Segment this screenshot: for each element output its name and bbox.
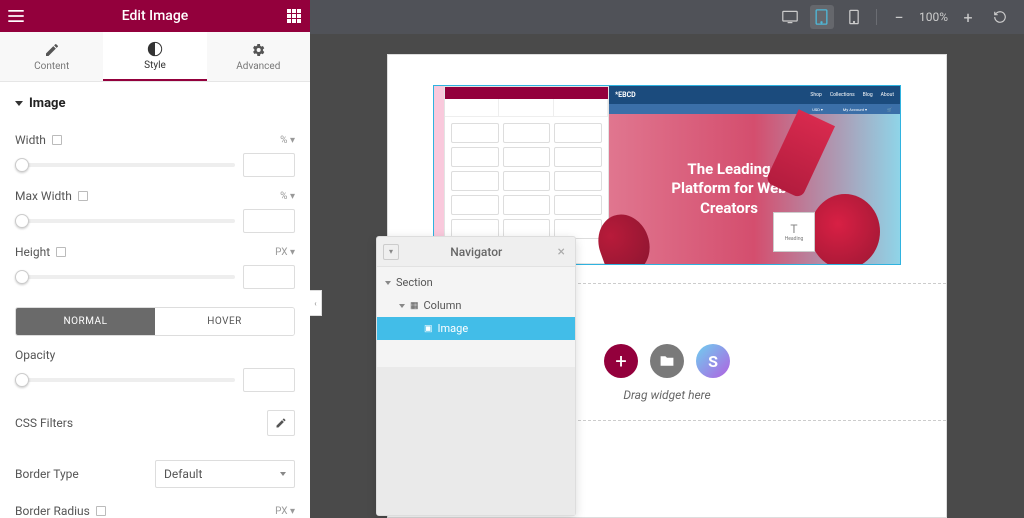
editor-sidebar: Edit Image Content Style Advanced Imag <box>0 0 310 518</box>
unit-select-borderradius[interactable]: PX ▾ <box>275 506 295 517</box>
height-slider[interactable] <box>15 275 235 279</box>
border-type-select[interactable]: Default <box>155 460 295 488</box>
navigator-node-section[interactable]: Section <box>377 271 575 294</box>
state-normal-button[interactable]: NORMAL <box>16 308 155 335</box>
zoom-level[interactable]: 100% <box>919 10 948 24</box>
zoom-in-button[interactable]: + <box>956 5 980 29</box>
tab-style[interactable]: Style <box>103 32 206 81</box>
navigator-header[interactable]: ▾ Navigator × <box>377 237 575 267</box>
sidebar-collapse-toggle[interactable]: ‹ <box>310 290 322 316</box>
control-border-radius: Border Radius PX ▾ <box>15 504 295 518</box>
control-css-filters: CSS Filters <box>15 410 295 436</box>
maxwidth-input[interactable] <box>243 209 295 233</box>
tab-advanced[interactable]: Advanced <box>207 32 310 81</box>
state-hover-button[interactable]: HOVER <box>155 308 294 335</box>
responsive-toggle-icon[interactable] <box>52 135 62 145</box>
navigator-title: Navigator <box>399 245 554 259</box>
responsive-toggle-icon[interactable] <box>56 247 66 257</box>
tab-content[interactable]: Content <box>0 32 103 81</box>
maxwidth-slider[interactable] <box>15 219 235 223</box>
sidebar-body: Image Width % ▾ Max Width % ▾ Height PX … <box>0 82 310 518</box>
chevron-down-icon <box>280 472 286 476</box>
device-tablet-icon[interactable] <box>810 5 834 29</box>
contrast-icon <box>147 41 163 57</box>
sidebar-title: Edit Image <box>32 8 278 24</box>
zoom-reset-button[interactable] <box>988 5 1012 29</box>
opacity-input[interactable] <box>243 368 295 392</box>
device-mobile-icon[interactable] <box>842 5 866 29</box>
device-desktop-icon[interactable] <box>778 5 802 29</box>
preview-drop-card: THeading <box>773 212 815 252</box>
menu-hamburger-icon[interactable] <box>0 0 32 32</box>
navigator-tree: Section ▦Column ▣Image <box>377 267 575 367</box>
width-slider[interactable] <box>15 163 235 167</box>
state-tabs: NORMAL HOVER <box>15 307 295 336</box>
navigator-close-icon[interactable]: × <box>554 244 569 260</box>
preview-hero: *EBCD ShopCollectionsBlogAbout USD ▾My A… <box>609 86 900 264</box>
control-max-width: Max Width % ▾ <box>15 189 295 203</box>
control-border-type: Border Type Default <box>15 460 295 488</box>
responsive-toggle-icon[interactable] <box>96 506 106 516</box>
control-width: Width % ▾ <box>15 133 295 147</box>
zoom-out-button[interactable]: − <box>887 5 911 29</box>
preview-nav-links: ShopCollectionsBlogAbout <box>810 92 894 98</box>
template-library-button[interactable] <box>650 344 684 378</box>
unit-select-height[interactable]: PX ▾ <box>275 247 295 258</box>
sidebar-tabs: Content Style Advanced <box>0 32 310 82</box>
control-opacity: Opacity <box>15 348 295 362</box>
global-widget-button[interactable]: S <box>696 344 730 378</box>
widgets-grid-icon[interactable] <box>278 0 310 32</box>
add-section-button[interactable]: + <box>604 344 638 378</box>
preview-logo: *EBCD <box>615 91 636 99</box>
unit-select-width[interactable]: % ▾ <box>280 135 295 146</box>
unit-select-maxwidth[interactable]: % ▾ <box>280 191 295 202</box>
responsive-toggle-icon[interactable] <box>78 191 88 201</box>
navigator-node-image[interactable]: ▣Image <box>377 317 575 340</box>
caret-down-icon <box>15 101 23 106</box>
responsive-topbar: − 100% + <box>310 0 1024 34</box>
navigator-minimize-icon[interactable]: ▾ <box>383 244 399 260</box>
control-height: Height PX ▾ <box>15 245 295 259</box>
navigator-node-column[interactable]: ▦Column <box>377 294 575 317</box>
width-input[interactable] <box>243 153 295 177</box>
section-toggle-image[interactable]: Image <box>15 82 295 121</box>
sidebar-header: Edit Image <box>0 0 310 32</box>
opacity-slider[interactable] <box>15 378 235 382</box>
css-filters-edit-button[interactable] <box>267 410 295 436</box>
height-input[interactable] <box>243 265 295 289</box>
pencil-icon <box>44 42 60 58</box>
pencil-icon <box>275 417 287 429</box>
gear-icon <box>250 42 266 58</box>
navigator-panel[interactable]: ▾ Navigator × Section ▦Column ▣Image <box>376 236 576 516</box>
